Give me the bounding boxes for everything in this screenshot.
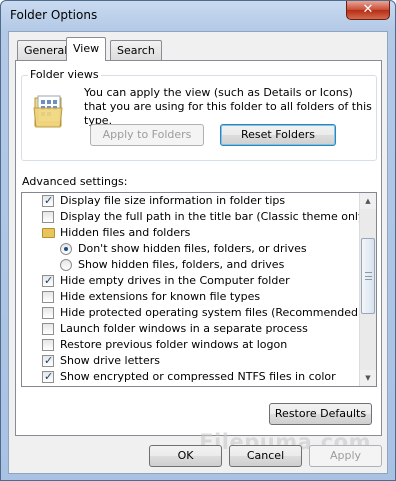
scroll-up-icon[interactable]: ▲ [360, 193, 376, 209]
radio-button[interactable] [60, 243, 72, 255]
checkbox[interactable] [42, 193, 54, 209]
setting-label: Display file size information in folder … [60, 194, 286, 207]
setting-label: Show drive letters [60, 354, 160, 367]
tab-view[interactable]: View [66, 37, 107, 61]
checkbox[interactable] [42, 339, 54, 351]
folder-options-window: Folder Options ✕ General View Search Fol… [0, 0, 396, 481]
cancel-button[interactable]: Cancel [229, 445, 302, 467]
apply-button[interactable]: Apply [309, 445, 382, 467]
window-title: Folder Options [10, 8, 98, 22]
close-icon: ✕ [362, 2, 374, 17]
vertical-scrollbar[interactable]: ▲ ▼ [359, 193, 376, 386]
setting-label: Don't show hidden files, folders, or dri… [78, 242, 307, 255]
tab-view-label: View [73, 42, 100, 55]
tab-search[interactable]: Search [110, 40, 162, 60]
view-tab-panel: Folder views You can apply the view (suc… [15, 60, 382, 436]
dialog-client-area: General View Search Folder views You can… [8, 31, 388, 474]
setting-label: Restore previous folder windows at logon [60, 338, 288, 351]
setting-label: Display the full path in the title bar (… [60, 210, 369, 223]
setting-label: Show hidden files, folders, and drives [78, 258, 285, 271]
folder-views-title: Folder views [28, 68, 101, 81]
checkbox[interactable] [42, 369, 54, 385]
checkbox[interactable] [42, 211, 54, 223]
checkbox[interactable] [42, 323, 54, 335]
setting-label: Hide empty drives in the Computer folder [60, 274, 290, 287]
grip-icon [365, 272, 372, 280]
reset-folders-button[interactable]: Reset Folders [220, 124, 336, 146]
checkbox[interactable] [42, 273, 54, 289]
checkbox[interactable] [42, 291, 54, 303]
setting-label: Show encrypted or compressed NTFS files … [60, 370, 336, 383]
close-button[interactable]: ✕ [346, 1, 390, 20]
setting-label: Hide protected operating system files (R… [60, 306, 363, 319]
setting-label: Hidden files and folders [60, 226, 191, 239]
scroll-down-icon[interactable]: ▼ [360, 370, 376, 386]
checkbox[interactable] [42, 353, 54, 369]
restore-defaults-button[interactable]: Restore Defaults [269, 403, 372, 425]
tab-general-label: General [24, 44, 68, 57]
folder-views-icon [33, 95, 63, 128]
advanced-settings-list[interactable]: Display file size information in folder … [21, 192, 377, 387]
folder-icon [42, 228, 55, 238]
ok-button[interactable]: OK [149, 445, 222, 467]
apply-to-folders-button[interactable]: Apply to Folders [90, 124, 204, 146]
folder-views-group: Folder views You can apply the view (suc… [21, 68, 377, 161]
scrollbar-thumb[interactable] [361, 238, 375, 314]
advanced-settings-label: Advanced settings: [22, 175, 128, 188]
checkbox[interactable] [42, 307, 54, 319]
radio-button[interactable] [60, 259, 72, 271]
setting-label: Hide extensions for known file types [60, 290, 261, 303]
tab-search-label: Search [117, 44, 155, 57]
setting-label: Launch folder windows in a separate proc… [60, 322, 308, 335]
folder-views-description: You can apply the view (such as Details … [84, 86, 372, 127]
title-bar[interactable]: Folder Options ✕ [1, 1, 395, 31]
